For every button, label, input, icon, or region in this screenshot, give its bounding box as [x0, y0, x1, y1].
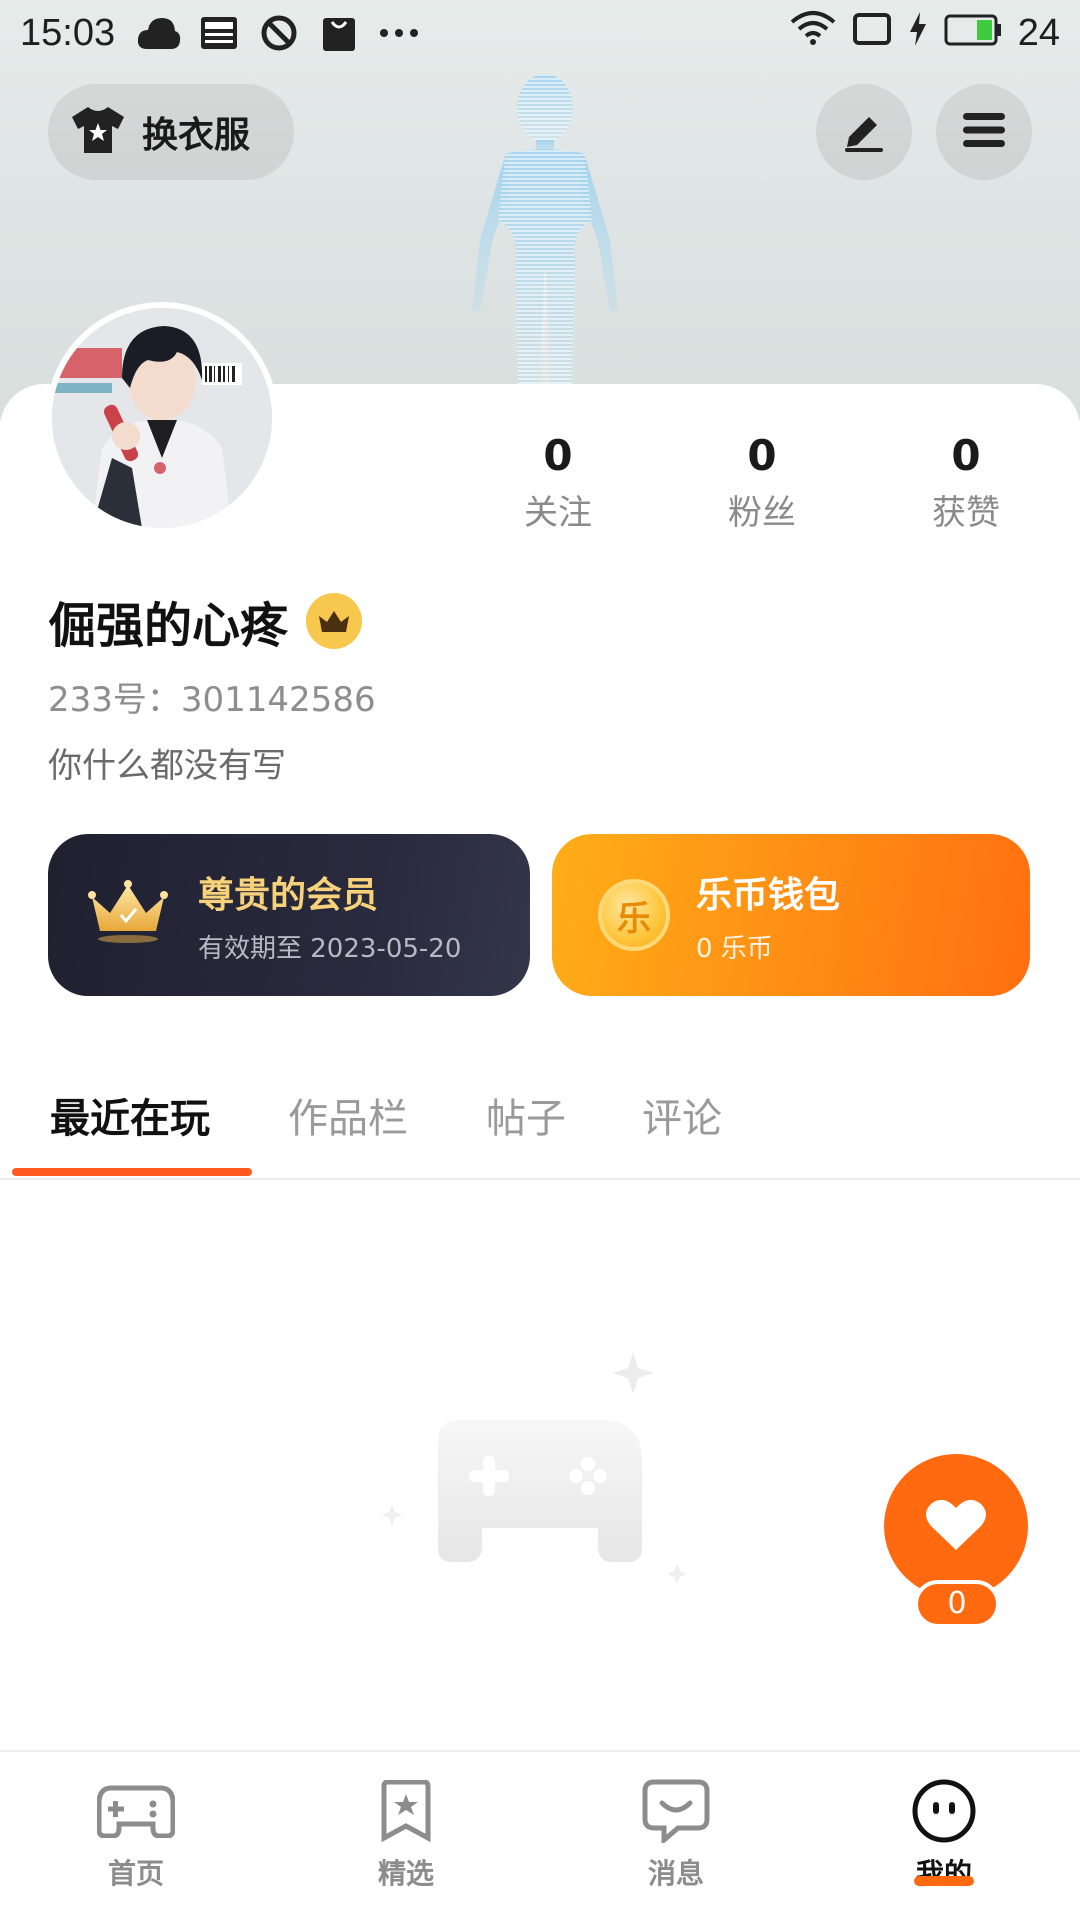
likes-count: 0 [951, 431, 981, 480]
bottom-navigation: 首页 精选 消息 我的 [0, 1750, 1080, 1920]
following-label: 关注 [524, 493, 592, 533]
shopping-bag-icon [317, 11, 361, 55]
tab-active-indicator [12, 1168, 252, 1176]
tshirt-icon [70, 105, 126, 159]
heart-icon [925, 1496, 987, 1556]
vip-membership-card[interactable]: 尊贵的会员 有效期至 2023-05-20 [48, 834, 530, 996]
wifi-icon [790, 10, 836, 57]
nav-home[interactable]: 首页 [56, 1774, 216, 1892]
empty-gamepad-illustration [381, 1352, 687, 1584]
gold-crown-icon [88, 879, 168, 951]
battery-level: 24 [1017, 11, 1060, 54]
vip-title: 尊贵的会员 [198, 874, 379, 916]
cloud-icon [137, 11, 181, 55]
status-bar: 15:03 24 [0, 0, 1080, 66]
user-bio: 你什么都没有写 [48, 746, 286, 786]
username-row: 倔强的心疼 [48, 586, 363, 656]
news-icon [197, 11, 241, 55]
nav-active-underline [914, 1876, 974, 1886]
tab-works[interactable]: 作品栏 [288, 1086, 408, 1144]
pencil-icon [841, 107, 887, 157]
nav-featured[interactable]: 精选 [326, 1774, 486, 1892]
content-tabs: 最近在玩 作品栏 帖子 评论 [0, 1068, 1080, 1180]
tab-recently-played[interactable]: 最近在玩 [50, 1086, 210, 1144]
following-count: 0 [543, 431, 573, 480]
wallet-title: 乐币钱包 [696, 874, 841, 916]
avatar-figure-hologram [472, 74, 618, 390]
likes-label: 获赞 [932, 493, 1000, 533]
star-bookmark-icon [326, 1774, 486, 1848]
wallet-balance: 0 乐币 [696, 933, 773, 964]
like-count-badge: 0 [914, 1580, 1000, 1628]
more-dots-icon [377, 11, 421, 55]
tab-comments[interactable]: 评论 [642, 1086, 722, 1144]
vip-expiry: 有效期至 2023-05-20 [198, 933, 462, 964]
change-outfit-button[interactable]: 换衣服 [48, 84, 294, 180]
message-icon [596, 1774, 756, 1848]
screen-rotate-icon [852, 11, 892, 55]
charging-icon [908, 11, 928, 55]
like-fab-button[interactable] [884, 1454, 1028, 1598]
followers-stat[interactable]: 0 粉丝 [692, 428, 832, 538]
menu-button[interactable] [936, 84, 1032, 180]
gamepad-icon [56, 1774, 216, 1848]
nav-me-label: 我的 [915, 1857, 972, 1890]
vip-crown-icon[interactable] [306, 593, 363, 649]
nav-messages-label: 消息 [647, 1857, 704, 1890]
battery-icon [944, 11, 1002, 55]
following-stat[interactable]: 0 关注 [488, 428, 628, 538]
username: 倔强的心疼 [48, 598, 289, 654]
nav-me[interactable]: 我的 [864, 1774, 1024, 1892]
tab-posts[interactable]: 帖子 [486, 1086, 566, 1144]
blocked-icon [257, 11, 301, 55]
hamburger-menu-icon [961, 111, 1007, 153]
coin-icon: 乐 [598, 879, 670, 951]
nav-messages[interactable]: 消息 [596, 1774, 756, 1892]
likes-stat[interactable]: 0 获赞 [896, 428, 1036, 538]
change-outfit-label: 换衣服 [142, 115, 251, 156]
followers-label: 粉丝 [728, 493, 796, 533]
followers-count: 0 [747, 431, 777, 480]
user-id: 233号：301142586 [48, 680, 376, 720]
face-icon [864, 1774, 1024, 1848]
nav-home-label: 首页 [107, 1857, 164, 1890]
avatar[interactable] [46, 302, 278, 534]
edit-profile-button[interactable] [816, 84, 912, 180]
status-time: 15:03 [20, 11, 116, 54]
nav-featured-label: 精选 [377, 1857, 434, 1890]
coin-wallet-card[interactable]: 乐 乐币钱包 0 乐币 [552, 834, 1030, 996]
